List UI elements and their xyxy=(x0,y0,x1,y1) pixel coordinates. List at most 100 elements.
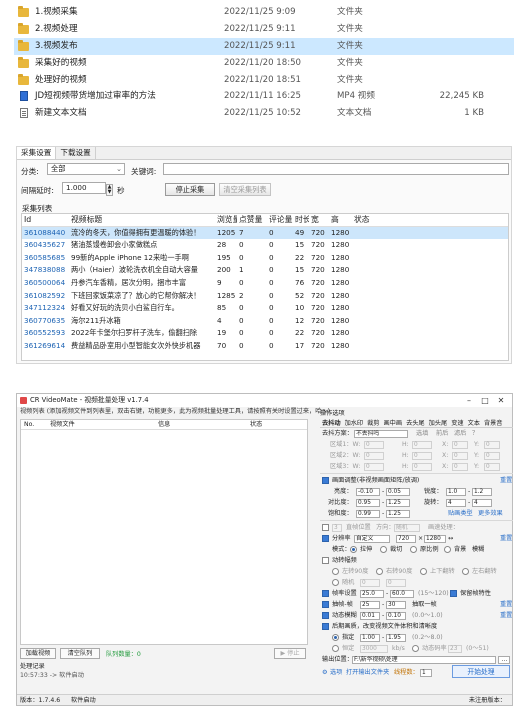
frame-value[interactable]: 3 xyxy=(332,524,342,532)
deshake-opt-2[interactable]: 前后 xyxy=(436,428,448,439)
col-height[interactable]: 高 xyxy=(329,214,352,226)
rotate-right-radio[interactable] xyxy=(376,568,383,575)
mode-stretch-radio[interactable] xyxy=(350,546,357,553)
table-row[interactable]: 360552593 2022年卡堡尔扫罗杆子洗车，偷翻扫除 19 0 0 22 720 128… xyxy=(22,327,508,340)
region1-h[interactable]: 0 xyxy=(412,441,432,449)
table-row[interactable]: 347838088 两小（Haier）波轮洗衣机全自动大容量 200 1 0 15 720 1… xyxy=(22,264,508,277)
region2-w[interactable]: 0 xyxy=(364,452,384,460)
frame-drop-min[interactable]: 25 xyxy=(360,601,380,609)
resolution-mode-select[interactable]: 自定义 xyxy=(354,535,390,543)
clear-list-button[interactable]: 清空采集列表 xyxy=(219,183,271,196)
file-row[interactable]: 1.视频采集 2022/11/25 9:09 文件夹 xyxy=(14,4,514,21)
mirror-select[interactable]: 随机 xyxy=(394,524,420,532)
frame-checkbox[interactable] xyxy=(322,524,329,531)
random-radio[interactable] xyxy=(332,579,339,586)
file-row[interactable]: 新建文本文档 2022/11/25 10:52 文本文档 1 KB xyxy=(14,105,514,122)
region3-x[interactable]: 0 xyxy=(452,463,468,471)
resolution-height[interactable]: 1280 xyxy=(424,535,446,543)
col-title[interactable]: 视频标题 xyxy=(69,214,215,226)
quality-bitrate[interactable]: 3000 xyxy=(360,645,388,653)
fps-min[interactable]: 25.0 xyxy=(360,590,384,598)
region2-y[interactable]: 0 xyxy=(484,452,500,460)
col-width[interactable]: 宽 xyxy=(309,214,329,226)
color-reset-link[interactable]: 重置 xyxy=(500,475,512,486)
saturation-max[interactable]: 1.25 xyxy=(386,510,410,518)
threads-input[interactable]: 1 xyxy=(420,669,432,677)
col-likes[interactable]: 点赞量 xyxy=(237,214,267,226)
col-views[interactable]: 浏览量 xyxy=(215,214,237,226)
contrast-min[interactable]: 0.95 xyxy=(356,499,380,507)
swap-icon[interactable]: ↔ xyxy=(448,533,453,544)
fps-keep-checkbox[interactable] xyxy=(450,590,457,597)
contrast-max[interactable]: 1.25 xyxy=(386,499,410,507)
resolution-reset-link[interactable]: 重置 xyxy=(500,533,512,544)
random-effects-link[interactable]: 贴画类型 xyxy=(448,508,473,519)
tab-trim[interactable]: 去头尾 xyxy=(404,419,427,427)
tab-watermark[interactable]: 加水印 xyxy=(343,419,366,427)
file-row[interactable]: 处理好的视频 2022/11/20 18:51 文件夹 xyxy=(14,72,514,89)
frame-drop-max[interactable]: 30 xyxy=(386,601,406,609)
options-link[interactable]: 选项 xyxy=(330,667,342,678)
gear-icon[interactable]: ⚙ xyxy=(322,667,328,678)
output-path-input[interactable]: F:\新华视频\处理 xyxy=(352,656,496,664)
col-status[interactable]: 状态 xyxy=(352,214,392,226)
mode-crop-radio[interactable] xyxy=(380,546,387,553)
start-process-button[interactable]: 开始处理 xyxy=(452,665,510,678)
col-duration[interactable]: 时长 xyxy=(293,214,309,226)
frame-drop-checkbox[interactable] xyxy=(322,601,329,608)
random-max[interactable]: 0 xyxy=(386,579,406,587)
mode-original-radio[interactable] xyxy=(410,546,417,553)
video-list[interactable]: No. 视频文件 信息 状态 xyxy=(20,419,308,645)
fps-checkbox[interactable] xyxy=(322,590,329,597)
deshake-opt-3[interactable]: 滤后 xyxy=(454,428,466,439)
tab-intro-outro[interactable]: 加头尾 xyxy=(427,419,450,427)
minimize-icon[interactable]: – xyxy=(462,394,476,407)
saturation-min[interactable]: 0.99 xyxy=(356,510,380,518)
maximize-icon[interactable]: □ xyxy=(478,394,492,407)
tab-text[interactable]: 文本 xyxy=(466,419,482,427)
file-row[interactable]: 采集好的视频 2022/11/20 18:50 文件夹 xyxy=(14,55,514,72)
help-icon[interactable]: ？ xyxy=(472,428,478,439)
brightness-min[interactable]: -0.10 xyxy=(356,488,380,496)
col-comments[interactable]: 评论量 xyxy=(267,214,293,226)
region2-x[interactable]: 0 xyxy=(452,452,468,460)
motion-blur-reset-link[interactable]: 重置 xyxy=(500,610,512,621)
region3-w[interactable]: 0 xyxy=(364,463,384,471)
tab-collect-settings[interactable]: 采集设置 xyxy=(17,147,57,159)
interval-input[interactable]: 1.000 xyxy=(62,182,106,194)
tab-download-settings[interactable]: 下载设置 xyxy=(56,147,96,159)
resolution-checkbox[interactable] xyxy=(322,535,329,542)
table-row[interactable]: 361088440 流冷的冬天，你值得拥有更温暖的体验！ 1205 7 0 49 720 12… xyxy=(22,226,508,240)
table-row[interactable]: 360770635 海尔211升冰箱 4 0 0 12 720 1280 xyxy=(22,315,508,328)
sharpen-max[interactable]: 1.2 xyxy=(472,488,492,496)
file-row[interactable]: 2.视频处理 2022/11/25 9:11 文件夹 xyxy=(14,21,514,38)
col-id[interactable]: Id xyxy=(22,214,69,226)
fps-max[interactable]: 60.0 xyxy=(390,590,414,598)
frame-drop-reset-link[interactable]: 重置 xyxy=(500,599,512,610)
motion-blur-max[interactable]: 0.10 xyxy=(386,612,406,620)
mode-background-radio[interactable] xyxy=(444,546,451,553)
region1-y[interactable]: 0 xyxy=(484,441,500,449)
quality-checkbox[interactable] xyxy=(322,623,329,630)
motion-blur-checkbox[interactable] xyxy=(322,612,329,619)
deshake-opt-1[interactable]: 选填 xyxy=(416,428,428,439)
table-row[interactable]: 360500064 丹参汽车香精，居次分明，捆市丰富 9 0 0 76 720 1280 xyxy=(22,277,508,290)
quality-fixed-radio[interactable] xyxy=(332,634,339,641)
region3-y[interactable]: 0 xyxy=(484,463,500,471)
table-row[interactable]: 347112324 好看又好玩的洗贝小白鲨自行车。 85 0 0 10 720 1280 xyxy=(22,302,508,315)
quality-min[interactable]: 1.00 xyxy=(360,634,380,642)
flip-horizontal-radio[interactable] xyxy=(462,568,469,575)
table-row[interactable]: 360585685 99新的Apple iPhone 12来啦一手啊 195 0 0 22… xyxy=(22,252,508,265)
stop-process-button[interactable]: ▶ 停止 xyxy=(274,648,306,659)
motion-blur-min[interactable]: 0.01 xyxy=(360,612,380,620)
table-row[interactable]: 361082592 下班回家饭菜凉了？放心的它帮你解决！ 1285 2 0 52 720 12… xyxy=(22,290,508,303)
region3-h[interactable]: 0 xyxy=(412,463,432,471)
table-row[interactable]: 361269614 费益精品卧室用小型智能女次外快步机器 70 0 0 17 720 1280 xyxy=(22,340,508,353)
color-adjust-checkbox[interactable] xyxy=(322,477,329,484)
category-select[interactable]: 全部 ⌄ xyxy=(47,163,125,175)
file-row[interactable]: 3.视频发布 2022/11/25 9:11 文件夹 xyxy=(14,37,514,55)
deshake-mode-select[interactable]: 不去抖吗 xyxy=(354,430,408,438)
file-row[interactable]: JD短视频带货增加过审率的方法 2022/11/11 16:25 MP4 视频 22,… xyxy=(14,88,514,105)
flip-vertical-radio[interactable] xyxy=(420,568,427,575)
close-icon[interactable]: ✕ xyxy=(494,394,508,407)
